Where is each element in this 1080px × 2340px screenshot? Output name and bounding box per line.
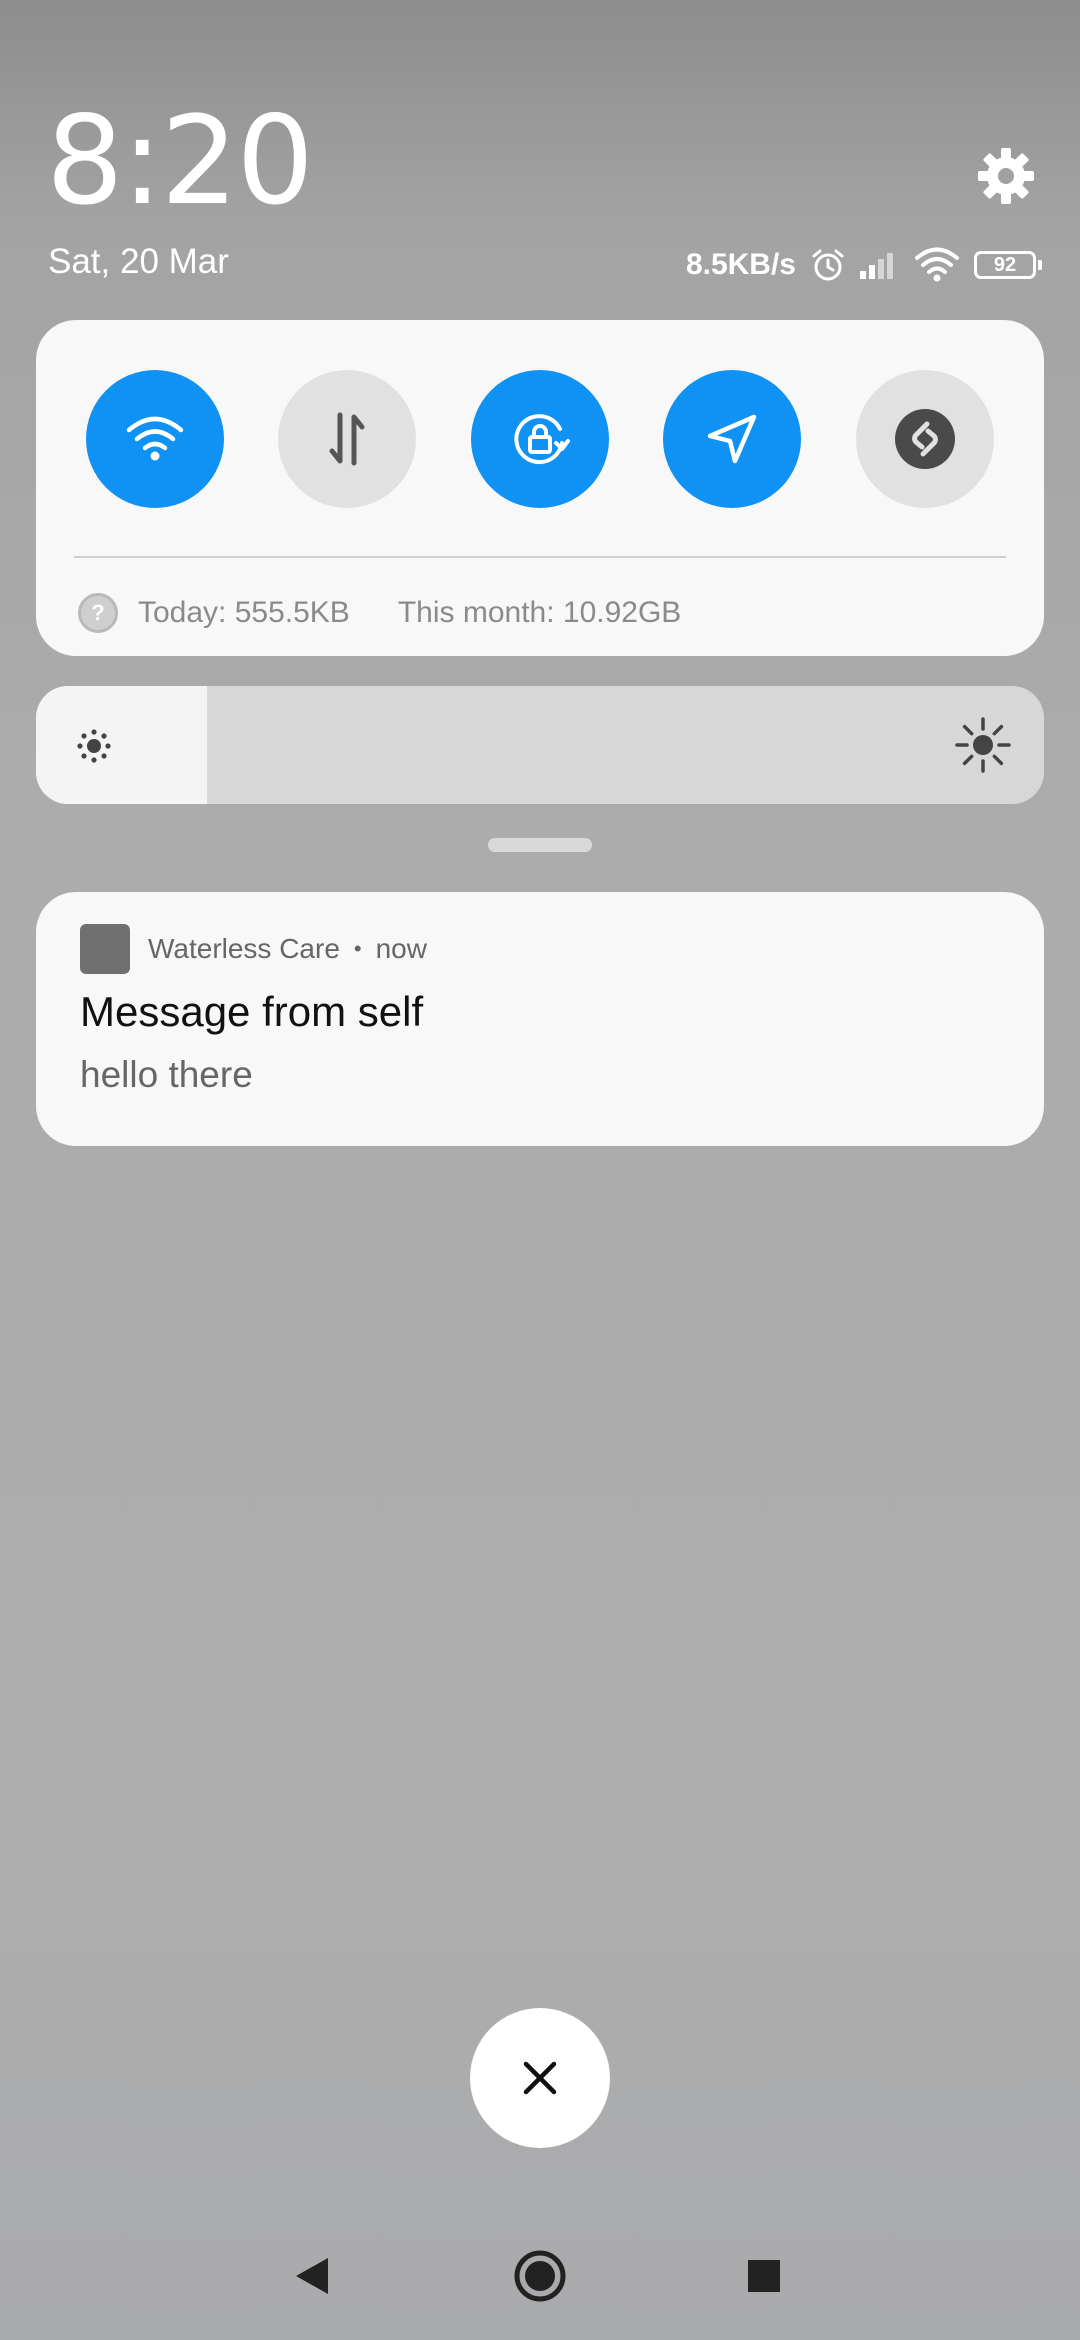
battery-level: 92 xyxy=(993,253,1017,276)
rotation-lock-icon xyxy=(514,414,570,465)
home-icon xyxy=(514,2250,566,2302)
home-button[interactable] xyxy=(506,2242,574,2310)
usage-month: This month: 10.92GB xyxy=(397,596,682,629)
data-usage[interactable]: ? Today: 555.5KB This month: 10.92GB xyxy=(78,588,681,638)
brightness-high-icon xyxy=(954,716,1012,779)
battery-icon: 92 xyxy=(974,251,1042,279)
rotation-lock-toggle[interactable] xyxy=(471,370,609,508)
location-toggle[interactable] xyxy=(663,370,801,508)
notification-body: hello there xyxy=(80,1054,253,1095)
close-icon xyxy=(523,2061,557,2095)
recents-icon xyxy=(748,2260,780,2292)
alarm-icon xyxy=(810,247,846,283)
app-icon xyxy=(80,924,130,974)
help-icon: ? xyxy=(78,593,118,633)
wifi-icon xyxy=(126,416,184,461)
divider xyxy=(74,556,1006,558)
gear-icon[interactable] xyxy=(976,146,1036,206)
brightness-low-icon xyxy=(72,724,116,773)
status-bar: 8.5KB/s 92 xyxy=(685,240,1042,290)
app-name: Waterless Care xyxy=(148,933,340,964)
wifi-toggle[interactable] xyxy=(86,370,224,508)
notification-header: Waterless Care • now xyxy=(80,924,427,974)
shazam-icon xyxy=(895,409,955,469)
date[interactable]: Sat, 20 Mar xyxy=(48,242,229,282)
brightness-slider[interactable] xyxy=(36,686,1044,804)
brightness-fill xyxy=(36,686,208,804)
drag-handle[interactable] xyxy=(488,838,592,852)
recents-button[interactable] xyxy=(730,2242,798,2310)
mobile-data-toggle[interactable] xyxy=(278,370,416,508)
quick-settings-panel: ? Today: 555.5KB This month: 10.92GB xyxy=(36,320,1044,656)
network-speed: 8.5KB/s xyxy=(685,248,796,281)
shazam-toggle[interactable] xyxy=(856,370,994,508)
mobile-data-icon xyxy=(329,412,365,466)
usage-today: Today: 555.5KB xyxy=(138,596,350,629)
location-icon xyxy=(707,414,757,464)
wifi-status-icon xyxy=(914,247,960,283)
clock: 8:20 xyxy=(46,90,314,232)
clear-notifications-button[interactable] xyxy=(470,2008,610,2148)
back-button[interactable] xyxy=(278,2242,346,2310)
notification-time: now xyxy=(375,933,427,964)
back-icon xyxy=(296,2258,328,2294)
notification-card[interactable]: Waterless Care • now Message from self h… xyxy=(36,892,1044,1146)
separator-dot: • xyxy=(353,936,362,961)
notification-title: Message from self xyxy=(80,988,424,1035)
signal-icon xyxy=(858,249,902,281)
